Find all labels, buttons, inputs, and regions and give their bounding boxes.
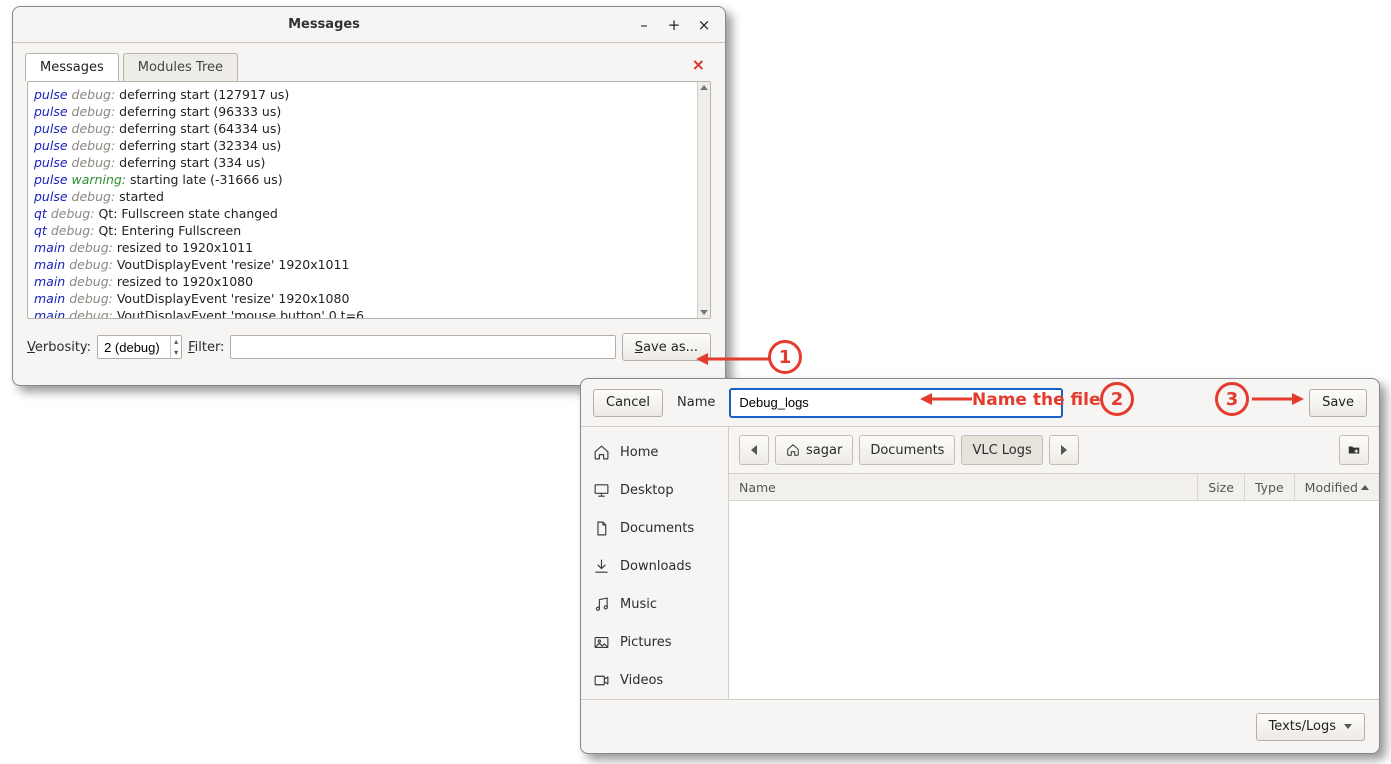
log-row: pulse debug: deferring start (64334 us) [34, 120, 704, 137]
files-pane: sagar Documents VLC Logs Name Size Type … [729, 427, 1379, 699]
verbosity-label: Verbosity: [27, 340, 91, 355]
maximize-icon[interactable]: + [663, 14, 685, 36]
place-desktop[interactable]: Desktop [581, 471, 728, 509]
file-list-header: Name Size Type Modified [729, 473, 1379, 501]
log-row: pulse debug: deferring start (96333 us) [34, 103, 704, 120]
filter-input[interactable] [230, 335, 615, 359]
format-label: Texts/Logs [1269, 719, 1336, 734]
chevron-left-icon [751, 445, 757, 455]
new-folder-button[interactable] [1339, 435, 1369, 465]
place-label: Videos [620, 673, 663, 688]
breadcrumb-documents[interactable]: Documents [859, 435, 955, 465]
log-row: pulse debug: deferring start (32334 us) [34, 137, 704, 154]
annotation-circle-1: 1 [768, 340, 802, 374]
annotation-circle-3: 3 [1215, 382, 1249, 416]
place-music[interactable]: Music [581, 585, 728, 623]
annotation-name-file: Name the file [972, 390, 1101, 410]
column-size[interactable]: Size [1197, 474, 1244, 500]
picture-icon [593, 634, 610, 651]
document-icon [593, 520, 610, 537]
video-icon [593, 672, 610, 689]
titlebar: Messages – + × [13, 7, 725, 43]
verbosity-spinner[interactable]: ▴▾ [97, 335, 182, 359]
annotation-arrow-2 [918, 390, 974, 408]
verbosity-value[interactable] [98, 340, 170, 355]
places-sidebar: Home Desktop Documents Downloads Music P… [581, 427, 729, 699]
save-dialog: Cancel Name Save Home Desktop Documents … [580, 378, 1380, 754]
close-icon[interactable]: × [693, 14, 715, 36]
cancel-button[interactable]: Cancel [593, 389, 663, 417]
place-label: Desktop [620, 483, 674, 498]
place-videos[interactable]: Videos [581, 661, 728, 699]
tab-modules-tree[interactable]: Modules Tree [123, 53, 238, 81]
breadcrumb: sagar Documents VLC Logs [729, 427, 1379, 473]
log-row: pulse debug: deferring start (127917 us) [34, 86, 704, 103]
music-icon [593, 596, 610, 613]
place-pictures[interactable]: Pictures [581, 623, 728, 661]
log-row: qt debug: Qt: Entering Fullscreen [34, 222, 704, 239]
log-row: main debug: VoutDisplayEvent 'resize' 19… [34, 256, 704, 273]
name-label: Name [677, 395, 715, 410]
place-label: Downloads [620, 559, 691, 574]
log-row: main debug: VoutDisplayEvent 'mouse butt… [34, 307, 704, 319]
breadcrumb-user-label: sagar [806, 443, 842, 458]
place-downloads[interactable]: Downloads [581, 547, 728, 585]
minimize-icon[interactable]: – [633, 14, 655, 36]
tab-bar: Messages Modules Tree × [13, 43, 725, 81]
breadcrumb-forward[interactable] [1049, 435, 1079, 465]
download-icon [593, 558, 610, 575]
save-button[interactable]: Save [1309, 389, 1367, 417]
breadcrumb-vlc-logs[interactable]: VLC Logs [961, 435, 1042, 465]
annotation-arrow-1 [694, 350, 772, 368]
format-dropdown[interactable]: Texts/Logs [1256, 713, 1365, 741]
log-row: pulse debug: deferring start (334 us) [34, 154, 704, 171]
place-label: Music [620, 597, 657, 612]
log-list[interactable]: pulse debug: deferring start (127917 us)… [27, 81, 711, 319]
chevron-right-icon [1061, 445, 1067, 455]
place-label: Pictures [620, 635, 671, 650]
column-modified[interactable]: Modified [1294, 474, 1379, 500]
place-documents[interactable]: Documents [581, 509, 728, 547]
sort-asc-icon [1361, 485, 1369, 490]
filter-label: Filter: [188, 340, 224, 355]
log-row: main debug: resized to 1920x1080 [34, 273, 704, 290]
window-title: Messages [23, 17, 625, 32]
chevron-down-icon [1344, 724, 1352, 729]
tab-close-icon[interactable]: × [692, 55, 705, 74]
place-label: Documents [620, 521, 694, 536]
home-icon [786, 443, 800, 457]
spinner-buttons[interactable]: ▴▾ [170, 336, 181, 358]
annotation-circle-2: 2 [1100, 382, 1134, 416]
log-row: main debug: resized to 1920x1011 [34, 239, 704, 256]
desktop-icon [593, 482, 610, 499]
save-dialog-footer: Texts/Logs [581, 699, 1379, 753]
log-row: pulse warning: starting late (-31666 us) [34, 171, 704, 188]
bottom-bar: Verbosity: ▴▾ Filter: Save as... [13, 327, 725, 373]
scrollbar[interactable] [697, 82, 710, 318]
log-row: pulse debug: started [34, 188, 704, 205]
file-list[interactable] [729, 501, 1379, 699]
log-row: qt debug: Qt: Fullscreen state changed [34, 205, 704, 222]
column-name[interactable]: Name [729, 480, 1197, 495]
breadcrumb-back[interactable] [739, 435, 769, 465]
annotation-arrow-3 [1250, 390, 1306, 408]
breadcrumb-user[interactable]: sagar [775, 435, 853, 465]
home-icon [593, 444, 610, 461]
messages-window: Messages – + × Messages Modules Tree × p… [12, 6, 726, 386]
place-home[interactable]: Home [581, 433, 728, 471]
new-folder-icon [1347, 443, 1361, 457]
log-row: main debug: VoutDisplayEvent 'resize' 19… [34, 290, 704, 307]
place-label: Home [620, 445, 658, 460]
tab-messages[interactable]: Messages [25, 53, 119, 81]
column-type[interactable]: Type [1244, 474, 1294, 500]
